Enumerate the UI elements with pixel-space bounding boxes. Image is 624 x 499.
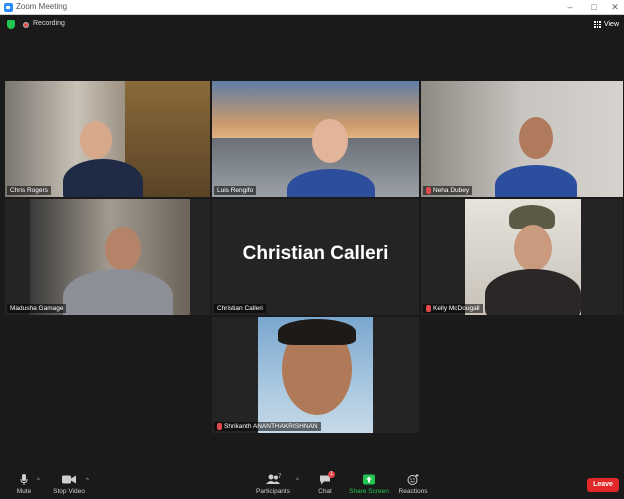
participant-head (519, 117, 553, 159)
participant-head (80, 121, 112, 159)
participant-nameplate: Neha Dubey (423, 186, 473, 195)
stop-video-button[interactable]: Stop Video (52, 474, 86, 495)
participant-nameplate: Madusha Gamage (7, 304, 67, 313)
video-tile-luis-rengifo[interactable]: Luis Rengifo (212, 81, 419, 197)
participant-nameplate: Christian Calleri (214, 304, 266, 313)
window-title: Zoom Meeting (16, 2, 68, 11)
muted-mic-icon (217, 423, 222, 430)
share-screen-button[interactable]: Share Screen (349, 474, 389, 495)
video-tile-madusha-gamage[interactable]: Madusha Gamage (5, 199, 210, 315)
chat-unread-badge: 1 (328, 471, 335, 478)
leave-meeting-button[interactable]: Leave (587, 478, 619, 492)
participant-nameplate: Luis Rengifo (214, 186, 257, 195)
view-label: View (603, 21, 619, 28)
video-camera-icon (62, 475, 76, 484)
video-options-caret[interactable]: ^ (86, 478, 89, 484)
meeting-info-bar: Recording View (0, 16, 624, 34)
maximize-button[interactable]: □ (587, 1, 601, 13)
participant-nameplate: Kelly McDougall (423, 304, 483, 313)
reactions-emoji-icon (407, 474, 419, 485)
zoom-app-icon (4, 3, 13, 12)
video-tile-neha-dubey[interactable]: Neha Dubey (421, 81, 623, 197)
participants-count: 7 (278, 474, 282, 480)
participant-nameplate: Shrikanth ANANTHAKRISHNAN (214, 422, 321, 431)
close-button[interactable]: ✕ (608, 1, 622, 13)
participant-name: Christian Calleri (217, 305, 263, 312)
participant-name: Neha Dubey (433, 187, 470, 194)
grid-view-icon (593, 21, 601, 28)
participant-name: Chris Rogers (10, 187, 48, 194)
participant-head (105, 227, 141, 271)
participant-nameplate: Chris Rogers (7, 186, 51, 195)
video-tile-kelly-mcdougall[interactable]: Kelly McDougall (421, 199, 623, 315)
participant-hair (278, 319, 356, 345)
recording-icon (23, 22, 29, 28)
chat-button[interactable]: 1 Chat (315, 471, 335, 495)
share-screen-label: Share Screen (349, 488, 389, 495)
participant-body (485, 269, 581, 315)
participants-label: Participants (256, 488, 290, 495)
muted-mic-icon (426, 187, 431, 194)
reactions-label: Reactions (398, 488, 428, 495)
stop-video-label: Stop Video (53, 488, 85, 495)
audio-options-caret[interactable]: ^ (37, 478, 40, 484)
participant-body (495, 165, 577, 197)
participant-name: Kelly McDougall (433, 305, 480, 312)
participant-name: Madusha Gamage (10, 305, 64, 312)
participant-body (63, 159, 143, 197)
participant-name: Luis Rengifo (217, 187, 254, 194)
participant-body (63, 269, 173, 315)
video-tile-christian-calleri[interactable]: Christian Calleri Christian Calleri (212, 199, 419, 315)
recording-label: Recording (33, 20, 65, 27)
zoom-window: Zoom Meeting – □ ✕ Recording View Chris … (0, 0, 624, 499)
title-bar: Zoom Meeting – □ ✕ (0, 0, 624, 15)
video-tile-shrikanth-ananthakrishnan[interactable]: Shrikanth ANANTHAKRISHNAN (212, 317, 419, 433)
participants-icon-group: 7 (262, 474, 284, 485)
participants-button[interactable]: 7 Participants (255, 474, 291, 495)
participant-display-name: Christian Calleri (242, 243, 389, 264)
participants-options-caret[interactable]: ^ (296, 478, 299, 484)
microphone-icon (20, 474, 28, 485)
reactions-button[interactable]: Reactions (398, 474, 428, 495)
minimize-button[interactable]: – (563, 1, 577, 13)
share-screen-icon (363, 474, 375, 485)
muted-mic-icon (426, 305, 431, 312)
mute-button[interactable]: Mute (13, 474, 35, 495)
mute-label: Mute (16, 488, 32, 495)
participant-head (312, 119, 348, 163)
video-tile-chris-rogers[interactable]: Chris Rogers (5, 81, 210, 197)
meeting-toolbar: Mute ^ Stop Video ^ 7 Participants ^ 1 C… (0, 470, 624, 499)
view-button[interactable]: View (592, 19, 621, 30)
encryption-shield-icon[interactable] (7, 20, 15, 29)
chat-label: Chat (318, 488, 332, 495)
participant-name: Shrikanth ANANTHAKRISHNAN (224, 423, 318, 430)
participant-head (514, 225, 552, 271)
